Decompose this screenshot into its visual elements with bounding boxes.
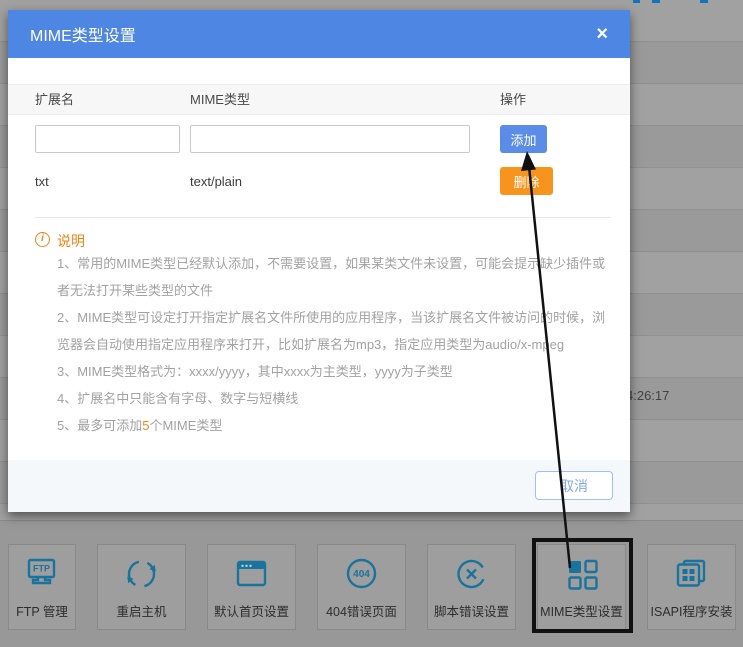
svg-text:FTP: FTP (33, 564, 50, 574)
dialog-header: MIME类型设置 × (8, 10, 630, 58)
dialog-footer: 取消 (8, 460, 630, 512)
column-header-mime-type: MIME类型 (190, 85, 250, 115)
table-header-row: 扩展名 MIME类型 操作 (8, 84, 630, 115)
extension-input[interactable] (35, 125, 180, 153)
info-icon: i (35, 232, 50, 247)
column-header-extension: 扩展名 (35, 85, 74, 115)
notes-title: 说明 (57, 231, 85, 251)
svg-text:404: 404 (353, 569, 370, 580)
404-circle-icon: 404 (318, 555, 405, 595)
toolbar-item-restart[interactable]: 重启主机 (97, 544, 186, 630)
row-extension-value: txt (35, 168, 49, 196)
note-item: 3、MIME类型格式为：xxxx/yyyy，其中xxxx为主类型，yyyy为子类… (57, 358, 613, 385)
toolbar-item-label: 404错误页面 (326, 601, 397, 620)
notes-list: 1、常用的MIME类型已经默认添加，不需要设置，如果某类文件未设置，可能会提示缺… (57, 250, 613, 439)
toolbar-item-script-error[interactable]: 脚本错误设置 (427, 544, 516, 630)
note-item: 1、常用的MIME类型已经默认添加，不需要设置，如果某类文件未设置，可能会提示缺… (57, 250, 613, 304)
toolbar-item-isapi[interactable]: ISAPI程序安装 (647, 544, 736, 630)
close-icon[interactable]: × (596, 24, 608, 44)
toolbar-item-404[interactable]: 404 404错误页面 (317, 544, 406, 630)
script-error-icon (428, 555, 515, 595)
toolbar-item-label: ISAPI程序安装 (651, 601, 733, 620)
toolbar-item-default-home[interactable]: 默认首页设置 (207, 544, 296, 630)
dialog-title: MIME类型设置 (30, 22, 136, 46)
toolbar-item-label: FTP 管理 (16, 601, 68, 620)
mime-settings-dialog: MIME类型设置 × 扩展名 MIME类型 操作 添加 txt text/pla… (8, 10, 630, 512)
screen: 4:26:17 FTP FTP 管理 重启主机 (0, 0, 743, 647)
note-item: 2、MIME类型可设定打开指定扩展名文件所使用的应用程序，当该扩展名文件被访问的… (57, 304, 613, 358)
note-item: 4、扩展名中只能含有字母、数字与短横线 (57, 385, 613, 412)
mime-card-selection-outline (532, 538, 633, 633)
add-button[interactable]: 添加 (500, 125, 547, 153)
background-blue-fragment (633, 0, 640, 3)
mime-type-input[interactable] (190, 125, 470, 153)
delete-button[interactable]: 删除 (500, 167, 553, 195)
toolbar-item-ftp[interactable]: FTP FTP 管理 (8, 544, 76, 630)
toolbar-item-label: 脚本错误设置 (434, 601, 509, 620)
section-divider (35, 217, 611, 218)
cancel-button[interactable]: 取消 (535, 471, 613, 500)
background-blue-fragment (652, 0, 660, 3)
restart-icon (98, 555, 185, 595)
column-header-operation: 操作 (500, 85, 526, 115)
background-blue-fragment (700, 0, 708, 3)
toolbar-item-label: 默认首页设置 (214, 601, 289, 620)
toolbar-item-label: 重启主机 (116, 601, 166, 620)
note-item: 5、最多可添加5个MIME类型 (57, 412, 613, 439)
ftp-monitor-icon: FTP (9, 555, 75, 595)
row-mime-value: text/plain (190, 168, 242, 196)
browser-window-icon (208, 555, 295, 595)
background-timestamp: 4:26:17 (626, 388, 669, 403)
isapi-pages-icon (648, 555, 735, 595)
